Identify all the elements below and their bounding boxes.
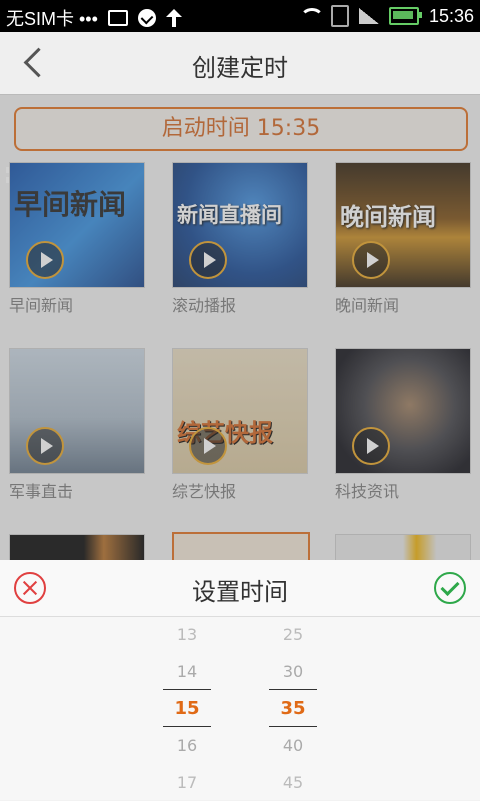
thumbnail-caption: 晚间新闻	[340, 203, 436, 231]
channel-thumbnail: 综艺快报	[172, 348, 308, 474]
minute-option[interactable]: 25	[263, 616, 323, 653]
hour-option[interactable]: 14	[157, 653, 217, 690]
upload-arrow-icon	[165, 9, 182, 27]
start-time-button[interactable]: 启动时间 15:35	[14, 107, 468, 151]
play-icon	[189, 241, 227, 279]
minute-option[interactable]: 45	[263, 764, 323, 801]
hour-option[interactable]: 17	[157, 764, 217, 801]
channel-name: 早间新闻	[9, 296, 74, 315]
minute-option[interactable]: 40	[263, 727, 323, 764]
hour-wheel[interactable]: 13 14 15 16 17	[157, 616, 217, 801]
play-icon	[26, 427, 64, 465]
channel-tile-evening-news[interactable]: 晚间新闻 晚间新闻	[335, 162, 471, 316]
time-picker-header: 设置时间	[0, 560, 480, 617]
carrier-text: 无SIM卡 •••	[6, 9, 98, 29]
confirm-icon[interactable]	[434, 572, 466, 604]
channel-thumbnail: 新闻直播间	[172, 162, 308, 288]
hour-selection-line-top	[163, 689, 211, 690]
sim-icon	[330, 5, 349, 27]
minute-option-selected[interactable]: 35	[263, 690, 323, 727]
play-icon	[352, 241, 390, 279]
channel-tile-partial[interactable]	[335, 534, 471, 562]
time-picker-sheet: 设置时间 13 14 15 16 17 25 30 35 40 45	[0, 560, 480, 800]
channel-thumbnail	[9, 348, 145, 474]
channel-name: 晚间新闻	[335, 296, 400, 315]
play-icon	[189, 427, 227, 465]
channel-name: 滚动播报	[172, 296, 237, 315]
channel-thumbnail: 晚间新闻	[335, 162, 471, 288]
hour-option[interactable]: 16	[157, 727, 217, 764]
channel-tile-morning-news[interactable]: 早间新闻 早间新闻	[9, 162, 145, 316]
channel-tile-military[interactable]: 军事直击	[9, 348, 145, 502]
wifi-icon	[299, 8, 321, 24]
clock-text: 15:36	[428, 5, 474, 26]
channel-name: 综艺快报	[172, 482, 237, 501]
channel-thumbnail	[9, 534, 145, 562]
channel-name: 军事直击	[9, 482, 74, 501]
channel-tile-tech[interactable]: 科技资讯	[335, 348, 471, 502]
battery-icon	[388, 7, 422, 25]
page-title: 创建定时	[192, 54, 288, 82]
minute-selection-line-top	[269, 689, 317, 690]
thumbnail-caption: 新闻直播间	[177, 203, 282, 227]
channel-name: 科技资讯	[335, 482, 400, 501]
minute-option[interactable]: 30	[263, 653, 323, 690]
hour-option-selected[interactable]: 15	[157, 690, 217, 727]
thumbnail-caption: 早间新闻	[14, 188, 127, 221]
channel-thumbnail	[335, 534, 471, 562]
channel-tile-rolling-news[interactable]: 新闻直播间 滚动播报	[172, 162, 308, 316]
hour-selection-line-bottom	[163, 726, 211, 727]
signal-icon	[358, 8, 379, 24]
top-app-bar: 创建定时	[0, 32, 480, 95]
channel-tile-partial[interactable]	[9, 534, 145, 562]
channel-tile-variety[interactable]: 综艺快报 综艺快报	[172, 348, 308, 502]
play-icon	[26, 241, 64, 279]
channel-thumbnail: 早间新闻	[9, 162, 145, 288]
minute-selection-line-bottom	[269, 726, 317, 727]
check-circle-icon	[137, 9, 156, 27]
minute-wheel[interactable]: 25 30 35 40 45	[263, 616, 323, 801]
image-icon	[107, 10, 128, 26]
time-picker-title: 设置时间	[192, 578, 288, 606]
channel-thumbnail	[335, 348, 471, 474]
status-bar: 无SIM卡 ••• 15:36	[0, 0, 480, 183]
play-icon	[352, 427, 390, 465]
hour-option[interactable]: 13	[157, 616, 217, 653]
